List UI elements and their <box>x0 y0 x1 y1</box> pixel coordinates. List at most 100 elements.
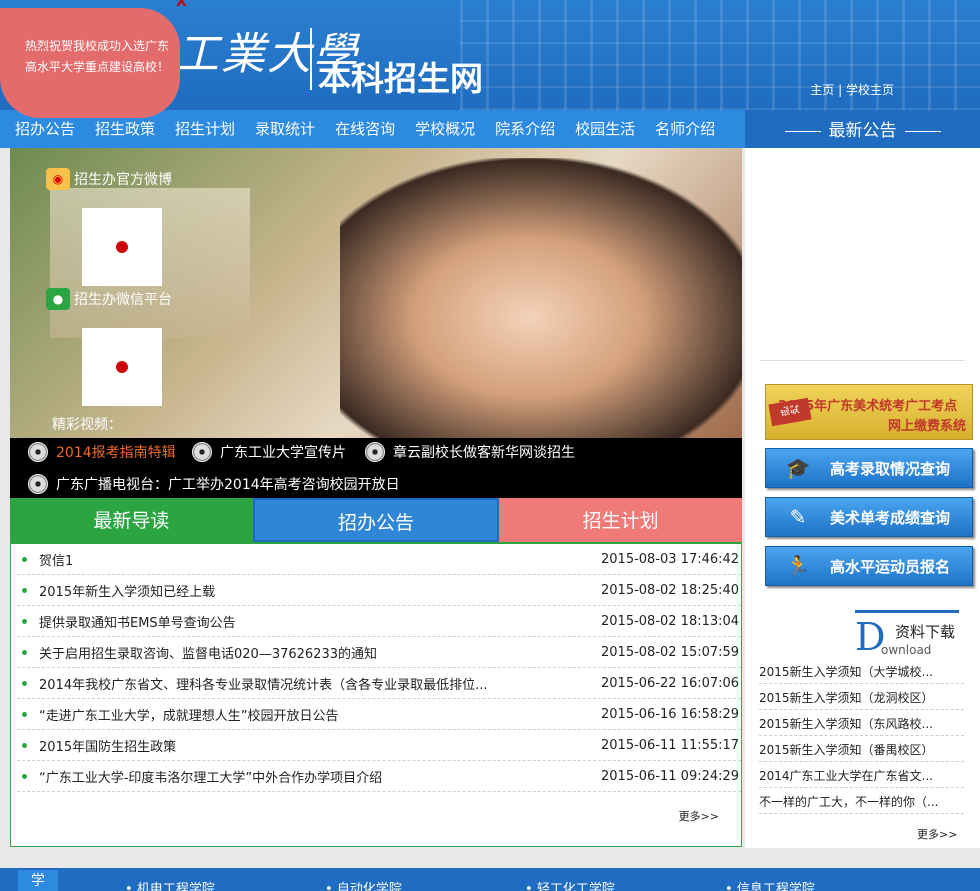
tab-label: 招生计划 <box>582 510 659 532</box>
download-title: 资料下载 <box>895 623 956 641</box>
nav-item-campus-life[interactable]: 校园生活 <box>570 110 640 148</box>
bullet-icon <box>22 680 27 686</box>
film-reel-icon <box>28 474 48 494</box>
college-label: 信息工程学院 <box>736 882 815 891</box>
link-home[interactable]: 主页 <box>810 83 834 97</box>
popup-close-button[interactable]: X <box>176 0 187 10</box>
weibo-qr-code <box>82 208 162 286</box>
nav-item-teachers[interactable]: 名师介绍 <box>650 110 720 148</box>
tab-label: 最新导读 <box>93 510 170 532</box>
download-item[interactable]: 不一样的广工大，不一样的你（... <box>759 788 964 814</box>
download-item[interactable]: 2015新生入学须知（番禺校区） <box>759 736 964 762</box>
admission-query-button[interactable]: 🎓 高考录取情况查询 <box>765 448 973 488</box>
footer-tab[interactable]: 学 <box>18 870 58 891</box>
nav-item-overview[interactable]: 学校概况 <box>410 110 480 148</box>
download-item[interactable]: 2014广东工业大学在广东省文... <box>759 762 964 788</box>
college-link[interactable]: • 机电工程学院 <box>125 878 215 891</box>
link-separator: | <box>838 83 843 97</box>
video-bar: 2014报考指南特辑 广东工业大学宣传片 章云副校长做客新华网谈招生 广东广播电… <box>10 438 742 498</box>
list-item[interactable]: 贺信1 2015-08-03 17:46:42 <box>17 544 741 575</box>
download-more-link[interactable]: 更多>> <box>917 826 957 842</box>
video-title: 广东工业大学宣传片 <box>220 445 346 461</box>
video-link-guide[interactable]: 2014报考指南特辑 <box>28 442 176 462</box>
nav-item-plan[interactable]: 招生计划 <box>170 110 240 148</box>
promo-line2: 网上缴费系统 <box>887 419 966 434</box>
bullet-icon <box>22 587 27 593</box>
download-item[interactable]: 2015新生入学须知（龙洞校区） <box>759 684 964 710</box>
runner-icon: 🏃 <box>785 554 811 578</box>
list-item[interactable]: 提供录取通知书EMS单号查询公告 2015-08-02 18:13:04 <box>17 606 741 637</box>
news-title[interactable]: “走进广东工业大学，成就理想人生”校园开放日公告 <box>39 705 601 724</box>
wechat-label: 招生办微信平台 <box>74 292 172 308</box>
list-item[interactable]: 2014年我校广东省文、理科各专业录取情况统计表（含各专业录取最低排位... 20… <box>17 668 741 699</box>
promo-line1: 2015年广东美术统考广工考点 <box>778 399 958 414</box>
news-date: 2015-08-03 17:46:42 <box>601 551 740 567</box>
button-label: 美术单考成绩查询 <box>830 508 951 527</box>
weibo-link[interactable]: ◉ 招生办官方微博 <box>46 168 172 190</box>
news-title[interactable]: “广东工业大学-印度韦洛尔理工大学”中外合作办学项目介绍 <box>39 767 601 786</box>
colleges-footer: 学 • 机电工程学院 • 自动化学院 • 轻工化工学院 • 信息工程学院 <box>0 868 980 891</box>
popup-text: 热烈祝贺我校成功入选广东高水平大学重点建设高校！ <box>25 39 170 74</box>
news-more-link[interactable]: 更多>> <box>679 808 719 824</box>
download-item[interactable]: 2015新生入学须知（东风路校... <box>759 710 964 736</box>
wechat-link[interactable]: ● 招生办微信平台 <box>46 288 172 310</box>
video-title: 2014报考指南特辑 <box>56 445 176 461</box>
news-date: 2015-06-22 16:07:06 <box>601 675 740 691</box>
paint-brush-icon: ✎ <box>789 505 807 529</box>
nav-item-departments[interactable]: 院系介绍 <box>490 110 560 148</box>
video-section-label: 精彩视频： <box>52 417 122 433</box>
tab-plan[interactable]: 招生计划 <box>499 498 743 542</box>
site-title: 本科招生网 <box>318 59 483 98</box>
tab-announcements[interactable]: 招办公告 <box>252 498 500 542</box>
banner-students-photo <box>340 158 742 438</box>
button-label: 高考录取情况查询 <box>830 459 951 478</box>
right-sidebar: 银联 2015年广东美术统考广工考点 网上缴费系统 🎓 高考录取情况查询 ✎ 美… <box>745 148 980 848</box>
qr-logo <box>114 359 130 375</box>
news-title[interactable]: 2015年国防生招生政策 <box>39 736 601 755</box>
header-decoration-lines <box>460 0 980 110</box>
list-item[interactable]: 2015年国防生招生政策 2015-06-11 11:55:17 <box>17 730 741 761</box>
news-date: 2015-06-16 16:58:29 <box>601 706 740 722</box>
bullet-icon <box>22 773 27 779</box>
video-link-promo[interactable]: 广东工业大学宣传片 <box>192 442 346 462</box>
download-item[interactable]: 2015新生入学须知（大学城校... <box>759 658 964 684</box>
news-title[interactable]: 2015年新生入学须知已经上载 <box>39 581 601 600</box>
news-date: 2015-08-02 15:07:59 <box>601 644 740 660</box>
wechat-icon: ● <box>46 288 70 310</box>
download-subtitle: ownload <box>881 643 932 657</box>
athlete-register-button[interactable]: 🏃 高水平运动员报名 <box>765 546 973 586</box>
news-title[interactable]: 贺信1 <box>39 550 601 569</box>
art-score-query-button[interactable]: ✎ 美术单考成绩查询 <box>765 497 973 537</box>
weibo-icon: ◉ <box>46 168 70 190</box>
nav-item-stats[interactable]: 录取统计 <box>250 110 320 148</box>
nav-item-consult[interactable]: 在线咨询 <box>330 110 400 148</box>
top-links: 主页 | 学校主页 <box>810 81 894 98</box>
list-item[interactable]: “走进广东工业大学，成就理想人生”校园开放日公告 2015-06-16 16:58… <box>17 699 741 730</box>
video-link-open-day[interactable]: 广东广播电视台：广工举办2014年高考咨询校园开放日 <box>28 474 400 494</box>
news-title[interactable]: 2014年我校广东省文、理科各专业录取情况统计表（含各专业录取最低排位... <box>39 674 601 693</box>
college-link[interactable]: • 轻工化工学院 <box>525 878 615 891</box>
list-item[interactable]: 2015年新生入学须知已经上载 2015-08-02 18:25:40 <box>17 575 741 606</box>
news-tabs: 最新导读 招办公告 招生计划 <box>10 498 743 550</box>
tab-latest[interactable]: 最新导读 <box>10 498 253 550</box>
tab-label: 招办公告 <box>338 512 415 534</box>
latest-notice-header: 最新公告 <box>745 110 980 148</box>
news-date: 2015-08-02 18:13:04 <box>601 613 740 629</box>
college-link[interactable]: • 信息工程学院 <box>725 878 815 891</box>
college-label: 轻工化工学院 <box>536 882 615 891</box>
college-label: 机电工程学院 <box>136 882 215 891</box>
link-school-home[interactable]: 学校主页 <box>846 83 894 97</box>
notice-title: 最新公告 <box>828 121 897 141</box>
video-link-interview[interactable]: 章云副校长做客新华网谈招生 <box>365 442 575 462</box>
art-exam-payment-banner[interactable]: 银联 2015年广东美术统考广工考点 网上缴费系统 <box>765 384 973 440</box>
news-title[interactable]: 提供录取通知书EMS单号查询公告 <box>39 612 601 631</box>
list-item[interactable]: “广东工业大学-印度韦洛尔理工大学”中外合作办学项目介绍 2015-06-11 0… <box>17 761 741 792</box>
bullet-icon <box>22 556 27 562</box>
college-label: 自动化学院 <box>336 882 402 891</box>
list-item[interactable]: 关于启用招生录取咨询、监督电话020—37626233的通知 2015-08-02… <box>17 637 741 668</box>
bullet-icon <box>22 618 27 624</box>
weibo-label: 招生办官方微博 <box>74 172 172 188</box>
college-link[interactable]: • 自动化学院 <box>325 878 402 891</box>
news-title[interactable]: 关于启用招生录取咨询、监督电话020—37626233的通知 <box>39 643 601 662</box>
news-date: 2015-06-11 11:55:17 <box>601 737 740 753</box>
